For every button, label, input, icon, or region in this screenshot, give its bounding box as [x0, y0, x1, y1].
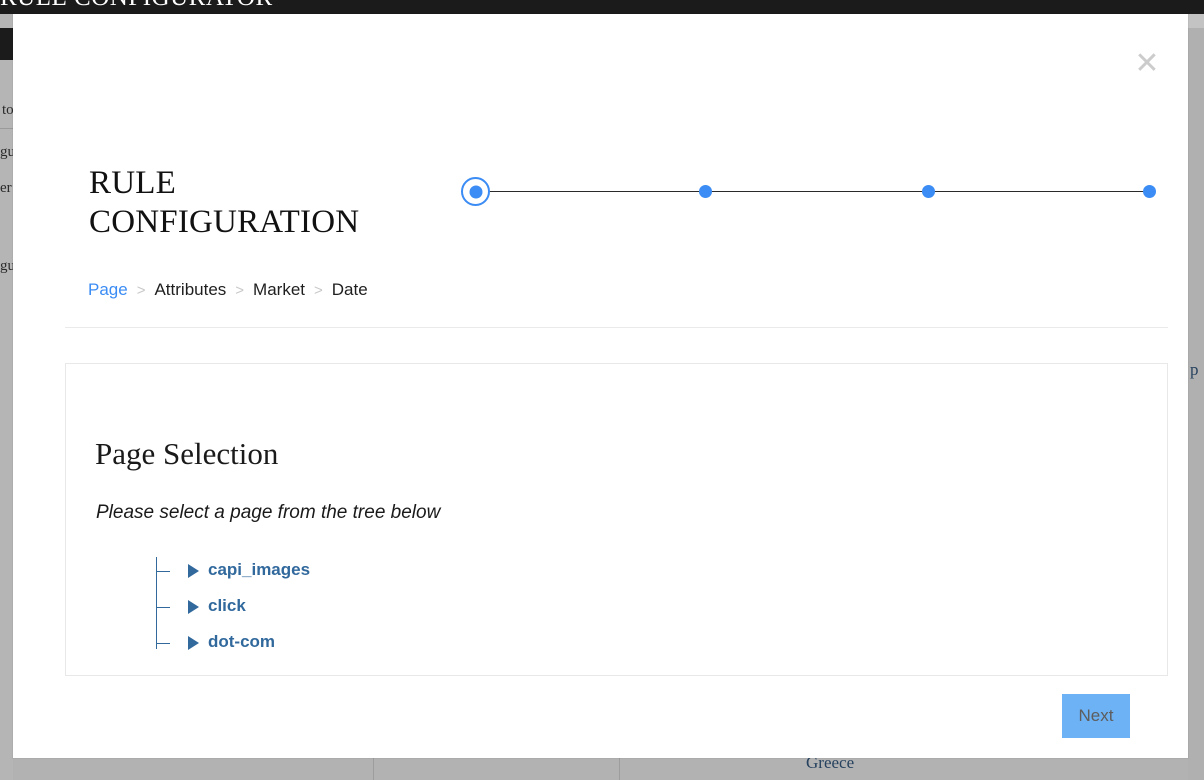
tree-branch-line — [156, 607, 170, 608]
stepper-step-page[interactable] — [461, 177, 490, 206]
tree-node-label[interactable]: dot-com — [208, 632, 275, 652]
tree-branch-line — [156, 643, 170, 644]
caret-right-icon[interactable] — [188, 636, 199, 650]
caret-right-icon[interactable] — [188, 600, 199, 614]
sidebar-text-fragment: to — [2, 102, 13, 118]
table-column-divider — [373, 758, 374, 780]
breadcrumb-separator: > — [314, 281, 323, 299]
app-right-panel-top — [1188, 14, 1204, 28]
sidebar-text-fragment: er — [0, 180, 12, 196]
stepper-connector-line — [475, 191, 1150, 192]
app-right-panel: p — [1188, 14, 1204, 780]
modal-header: RULE CONFIGURATION Page > Attributes > M… — [13, 14, 1188, 328]
rule-configuration-modal: ✕ RULE CONFIGURATION Page > Attributes >… — [13, 14, 1188, 758]
app-sidebar: to gu er gu — [0, 14, 13, 780]
breadcrumb-separator: > — [235, 281, 245, 299]
app-navbar-title: RULE CONFIGURATOR — [0, 0, 273, 12]
stepper-step-market[interactable] — [922, 185, 935, 198]
caret-right-icon[interactable] — [188, 564, 199, 578]
tree-node-label[interactable]: click — [208, 596, 246, 616]
sidebar-text-fragment: gu — [0, 258, 13, 274]
card-title: Page Selection — [95, 436, 279, 471]
stepper-step-attributes[interactable] — [699, 185, 712, 198]
page-title: RULE CONFIGURATION — [89, 165, 360, 240]
wizard-stepper — [449, 164, 1169, 220]
right-panel-text-fragment: p — [1190, 360, 1199, 379]
tree-branch-line — [156, 571, 170, 572]
app-table-row-behind-modal: Greece — [13, 758, 1188, 780]
header-divider — [65, 327, 1168, 328]
card-subtitle: Please select a page from the tree below — [96, 502, 441, 523]
breadcrumb-item-attributes[interactable]: Attributes — [154, 280, 226, 300]
breadcrumb-item-page[interactable]: Page — [88, 280, 128, 300]
table-column-divider — [619, 758, 620, 780]
sidebar-text-fragment: gu — [0, 144, 13, 160]
tree-node-label[interactable]: capi_images — [208, 560, 310, 580]
breadcrumb: Page > Attributes > Market > Date — [88, 280, 368, 300]
table-cell-value: Greece — [806, 758, 855, 772]
breadcrumb-item-market[interactable]: Market — [253, 280, 305, 300]
next-button[interactable]: Next — [1062, 694, 1130, 738]
sidebar-divider — [0, 128, 13, 129]
app-navbar: RULE CONFIGURATOR — [0, 0, 1204, 14]
sidebar-logo-block — [0, 28, 13, 60]
breadcrumb-item-date[interactable]: Date — [332, 280, 368, 300]
page-selection-card: Page Selection Please select a page from… — [65, 363, 1168, 676]
breadcrumb-separator: > — [136, 281, 146, 299]
stepper-step-date[interactable] — [1143, 185, 1156, 198]
